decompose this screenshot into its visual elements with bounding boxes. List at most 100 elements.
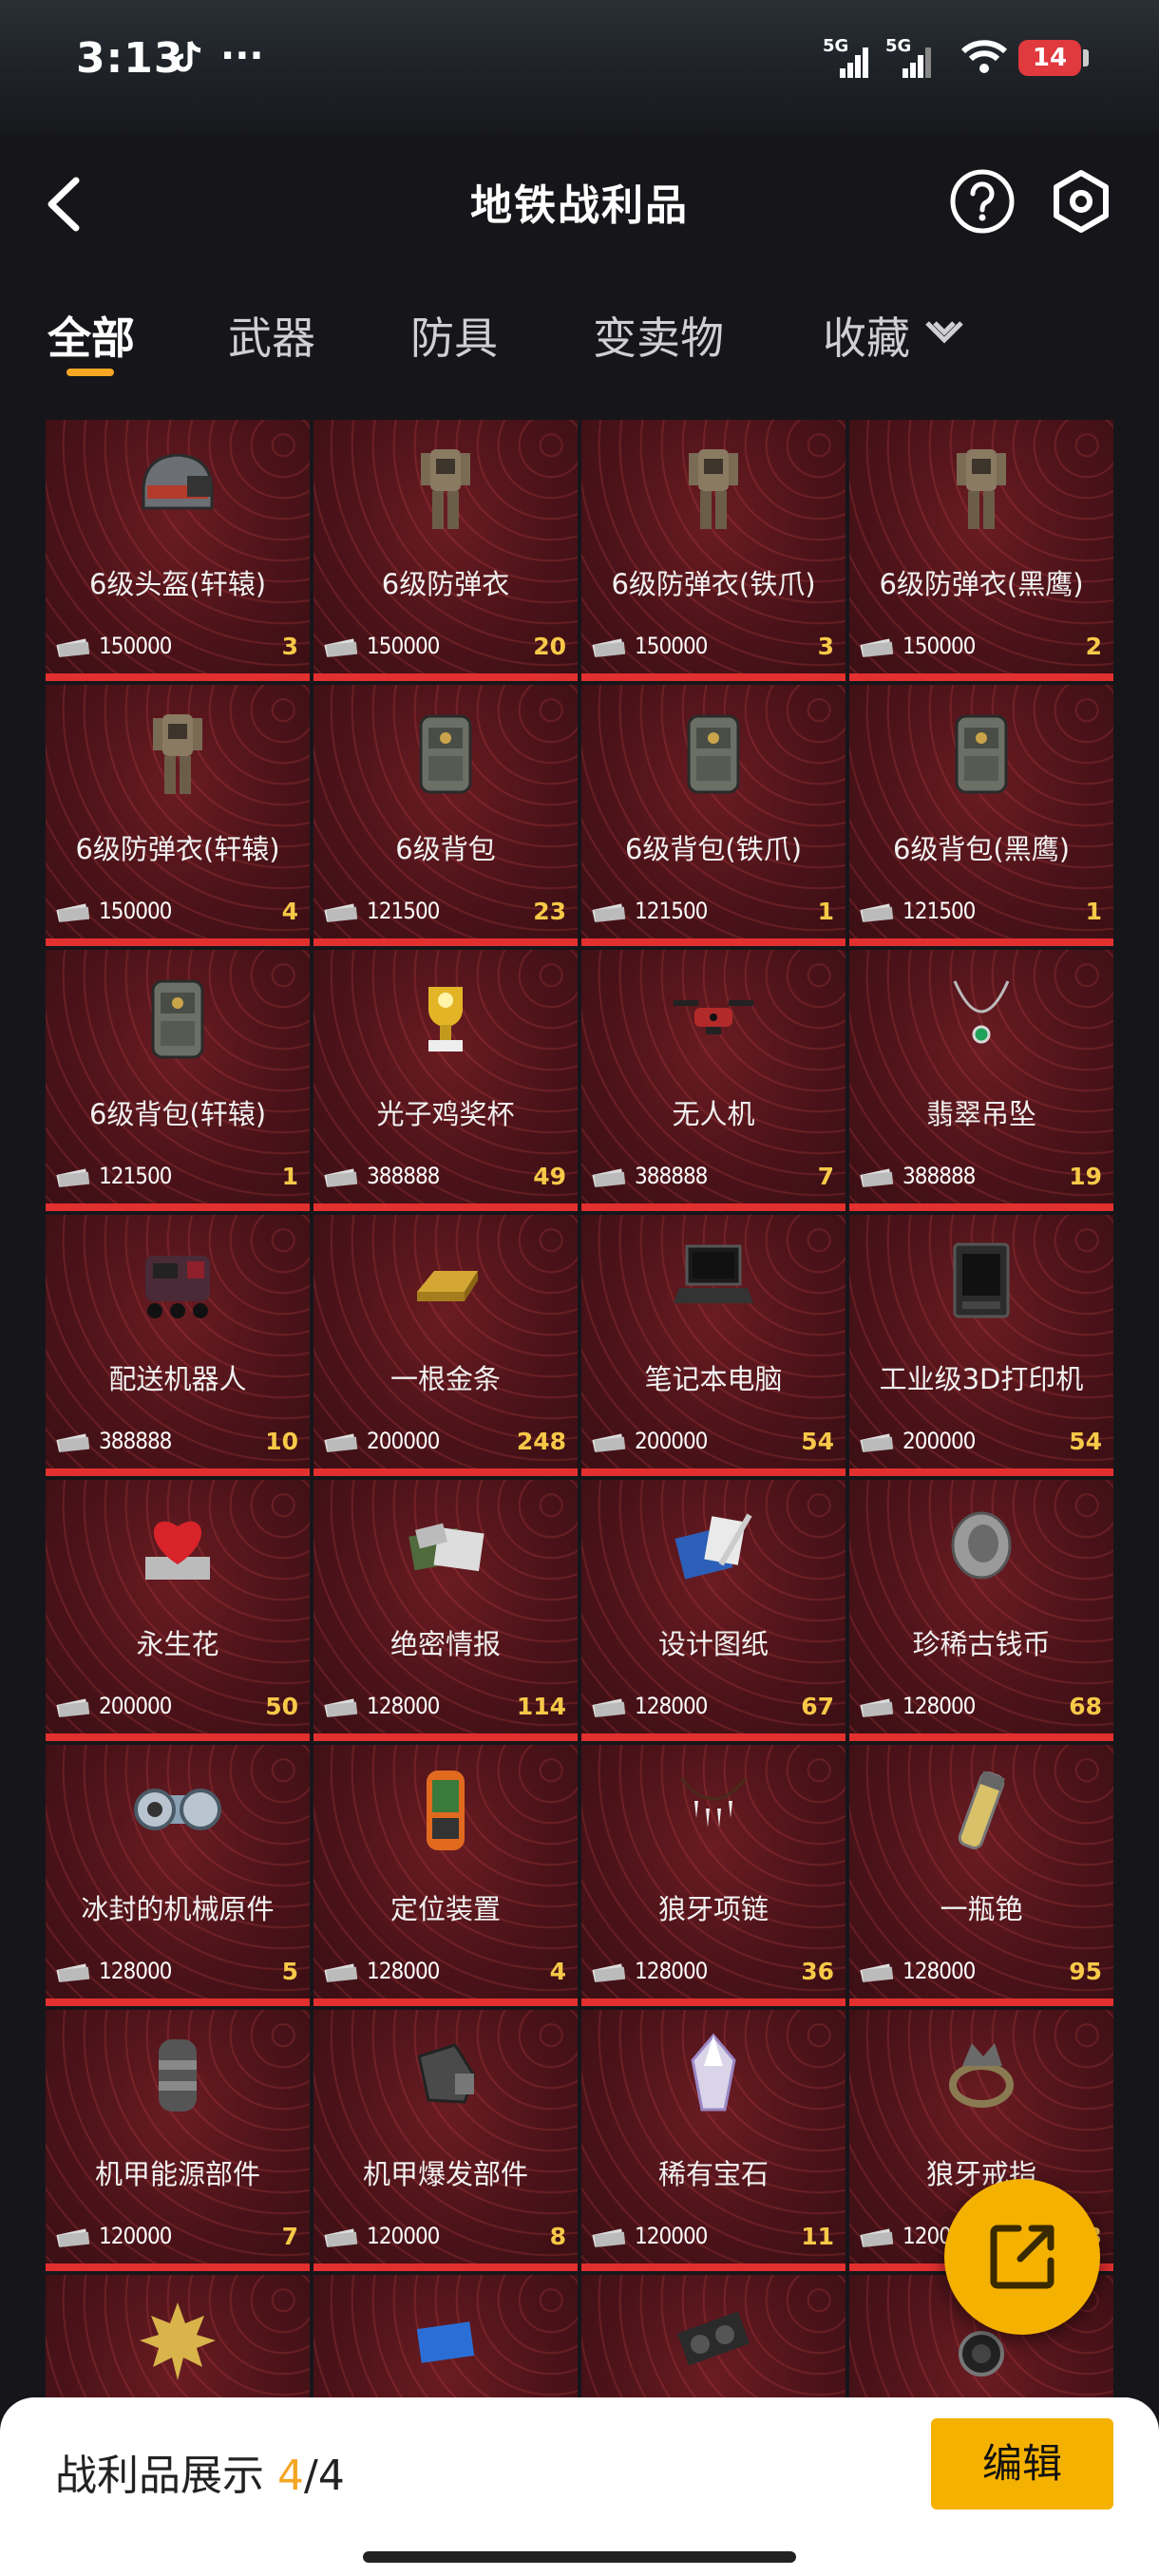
item-count: 4 bbox=[281, 898, 298, 925]
edit-button[interactable]: 编辑 bbox=[931, 2418, 1113, 2510]
item-info: 150000 3 bbox=[46, 621, 310, 673]
item-info: 200000 248 bbox=[314, 1416, 578, 1468]
battery-cap bbox=[1083, 49, 1089, 66]
help-icon[interactable] bbox=[948, 167, 1016, 236]
loot-card[interactable]: 一瓶铯 128000 95 bbox=[849, 1745, 1113, 2006]
item-count: 2 bbox=[1085, 633, 1102, 660]
item-count: 54 bbox=[801, 1428, 834, 1455]
item-price: 120000 bbox=[635, 2223, 708, 2249]
loot-card[interactable]: 翡翠吊坠 388888 19 bbox=[849, 950, 1113, 1211]
money-icon bbox=[860, 1168, 894, 1187]
maple-leaf-icon bbox=[140, 2302, 216, 2380]
loot-card[interactable]: 永生花 200000 50 bbox=[46, 1480, 310, 1741]
money-icon bbox=[56, 903, 90, 922]
item-price: 388888 bbox=[99, 1428, 172, 1454]
money-icon bbox=[324, 2228, 358, 2247]
money-icon bbox=[860, 1698, 894, 1717]
loot-card[interactable]: 6级防弹衣(铁爪) 150000 3 bbox=[581, 420, 846, 681]
item-price: 128000 bbox=[99, 1958, 172, 1984]
wifi-icon bbox=[960, 40, 1008, 73]
item-count: 10 bbox=[265, 1428, 298, 1455]
loot-card[interactable]: 6级背包(轩辕) 121500 1 bbox=[46, 950, 310, 1211]
item-name: 6级防弹衣(铁爪) bbox=[611, 568, 816, 600]
item-price: 388888 bbox=[902, 1163, 976, 1189]
tab-sellables[interactable]: 变卖物 bbox=[593, 304, 724, 367]
bottom-bar: 战利品展示 4/4 编辑 bbox=[0, 2397, 1159, 2576]
money-icon bbox=[56, 1433, 90, 1452]
item-name: 工业级3D打印机 bbox=[879, 1363, 1084, 1395]
item-price: 128000 bbox=[635, 1693, 708, 1719]
loot-card[interactable]: 绝密情报 128000 114 bbox=[314, 1480, 578, 1741]
item-name: 永生花 bbox=[136, 1628, 219, 1660]
item-name: 狼牙戒指 bbox=[925, 2158, 1036, 2190]
energy-part-icon bbox=[159, 2039, 197, 2112]
money-icon bbox=[324, 1963, 358, 1982]
settings-icon[interactable] bbox=[1047, 167, 1115, 236]
backpack-icon bbox=[419, 714, 472, 794]
item-info: 150000 4 bbox=[46, 886, 310, 938]
item-price: 200000 bbox=[902, 1428, 976, 1454]
item-count: 54 bbox=[1069, 1428, 1102, 1455]
item-name: 一根金条 bbox=[390, 1363, 501, 1395]
item-info: 150000 3 bbox=[581, 621, 846, 673]
loot-card[interactable]: 稀有宝石 120000 11 bbox=[581, 2010, 846, 2271]
loot-card[interactable]: 6级背包 121500 23 bbox=[314, 685, 578, 946]
item-info: 128000 4 bbox=[314, 1946, 578, 1998]
tab-armor[interactable]: 防具 bbox=[410, 304, 498, 367]
vial-icon bbox=[958, 1771, 1005, 1849]
loot-card[interactable]: 冰封的机械原件 128000 5 bbox=[46, 1745, 310, 2006]
armor-icon bbox=[689, 449, 738, 529]
money-icon bbox=[860, 1963, 894, 1982]
loot-card[interactable]: 光子鸡奖杯 388888 49 bbox=[314, 950, 578, 1211]
necklace-icon bbox=[953, 980, 1010, 1044]
tab-weapons[interactable]: 武器 bbox=[228, 304, 315, 367]
item-info: 388888 19 bbox=[849, 1151, 1113, 1203]
laptop-icon bbox=[674, 1244, 753, 1303]
blueprint-icon bbox=[674, 1513, 752, 1580]
loot-card[interactable]: 机甲爆发部件 120000 8 bbox=[314, 2010, 578, 2271]
item-info: 121500 1 bbox=[46, 1151, 310, 1203]
loot-card[interactable]: 工业级3D打印机 200000 54 bbox=[849, 1215, 1113, 1476]
loot-card[interactable]: 6级头盔(轩辕) 150000 3 bbox=[46, 420, 310, 681]
money-icon bbox=[56, 1168, 90, 1187]
signal-bars-icon bbox=[902, 47, 931, 78]
machine-part-icon bbox=[134, 1789, 221, 1830]
money-icon bbox=[592, 1963, 626, 1982]
tab-all[interactable]: 全部 bbox=[48, 304, 135, 367]
loot-card[interactable]: 设计图纸 128000 67 bbox=[581, 1480, 846, 1741]
item-price: 150000 bbox=[367, 633, 440, 659]
loot-card[interactable]: 机甲能源部件 120000 7 bbox=[46, 2010, 310, 2271]
loot-card[interactable]: 定位装置 128000 4 bbox=[314, 1745, 578, 2006]
loot-card[interactable]: 无人机 388888 7 bbox=[581, 950, 846, 1211]
item-info: 128000 67 bbox=[581, 1681, 846, 1733]
loot-card[interactable]: 6级背包(铁爪) 121500 1 bbox=[581, 685, 846, 946]
loot-card[interactable]: 狼牙项链 128000 36 bbox=[581, 1745, 846, 2006]
coin-icon bbox=[951, 1511, 1012, 1580]
loot-card[interactable]: 6级防弹衣 150000 20 bbox=[314, 420, 578, 681]
item-price: 128000 bbox=[367, 1693, 440, 1719]
chevron-down-icon[interactable] bbox=[922, 313, 967, 351]
item-name: 6级背包(黑鹰) bbox=[892, 833, 1071, 865]
item-name: 绝密情报 bbox=[390, 1628, 501, 1660]
loot-card[interactable]: 6级防弹衣(黑鹰) 150000 2 bbox=[849, 420, 1113, 681]
item-price: 121500 bbox=[99, 1163, 172, 1189]
fang-necklace-icon bbox=[679, 1777, 748, 1828]
item-price: 388888 bbox=[635, 1163, 708, 1189]
loot-card[interactable]: 笔记本电脑 200000 54 bbox=[581, 1215, 846, 1476]
loot-card[interactable]: 一根金条 200000 248 bbox=[314, 1215, 578, 1476]
tab-favorites[interactable]: 收藏 bbox=[823, 304, 910, 367]
loot-card[interactable]: 珍稀古钱币 128000 68 bbox=[849, 1480, 1113, 1741]
item-info: 128000 68 bbox=[849, 1681, 1113, 1733]
item-price: 150000 bbox=[635, 633, 708, 659]
showcase-total: /4 bbox=[304, 2452, 345, 2500]
loot-card[interactable]: 配送机器人 388888 10 bbox=[46, 1215, 310, 1476]
item-price: 200000 bbox=[99, 1693, 172, 1719]
money-icon bbox=[56, 2228, 90, 2247]
share-button[interactable] bbox=[944, 2179, 1100, 2335]
showcase-current: 4 bbox=[277, 2452, 304, 2500]
item-name: 6级头盔(轩辕) bbox=[88, 568, 267, 600]
item-info: 120000 7 bbox=[46, 2211, 310, 2263]
loot-card[interactable]: 6级防弹衣(轩辕) 150000 4 bbox=[46, 685, 310, 946]
loot-card[interactable]: 6级背包(黑鹰) 121500 1 bbox=[849, 685, 1113, 946]
money-icon bbox=[860, 2228, 894, 2247]
